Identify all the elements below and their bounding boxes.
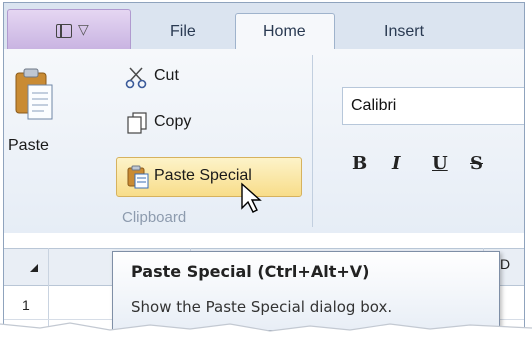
font-name-combo[interactable]: Calibri [342,87,524,125]
tooltip-description: Show the Paste Special dialog box. [131,298,393,316]
tab-home[interactable]: Home [263,23,306,41]
copy-button[interactable]: Copy [154,113,191,131]
quick-access-icon [56,24,72,38]
paste-special-icon [127,165,149,189]
tooltip-title: Paste Special (Ctrl+Alt+V) [131,262,370,281]
font-name-value: Calibri [351,97,397,114]
mouse-pointer-icon [241,182,262,213]
copy-icon [127,112,147,134]
tab-insert[interactable]: Insert [384,23,424,41]
clipboard-group-label: Clipboard [122,209,187,226]
tab-file[interactable]: File [170,23,196,41]
bold-button[interactable]: B [352,153,367,174]
torn-edge [0,322,532,347]
underline-button[interactable]: U [432,153,448,174]
strikethrough-button[interactable]: S [470,153,483,174]
column-header-d[interactable]: D [500,256,510,272]
select-all-icon[interactable] [30,264,38,272]
cut-icon [125,67,147,89]
ribbon-tab-bar: ▽ File Home Insert [4,3,524,50]
group-separator [312,55,313,227]
row-header-1[interactable]: 1 [22,297,30,313]
quick-access-button[interactable]: ▽ [7,9,131,49]
italic-button[interactable]: I [392,153,400,174]
paste-icon[interactable] [14,67,56,123]
cut-button[interactable]: Cut [154,67,179,85]
chevron-down-icon: ▽ [78,22,89,38]
paste-button[interactable]: Paste [8,137,49,155]
